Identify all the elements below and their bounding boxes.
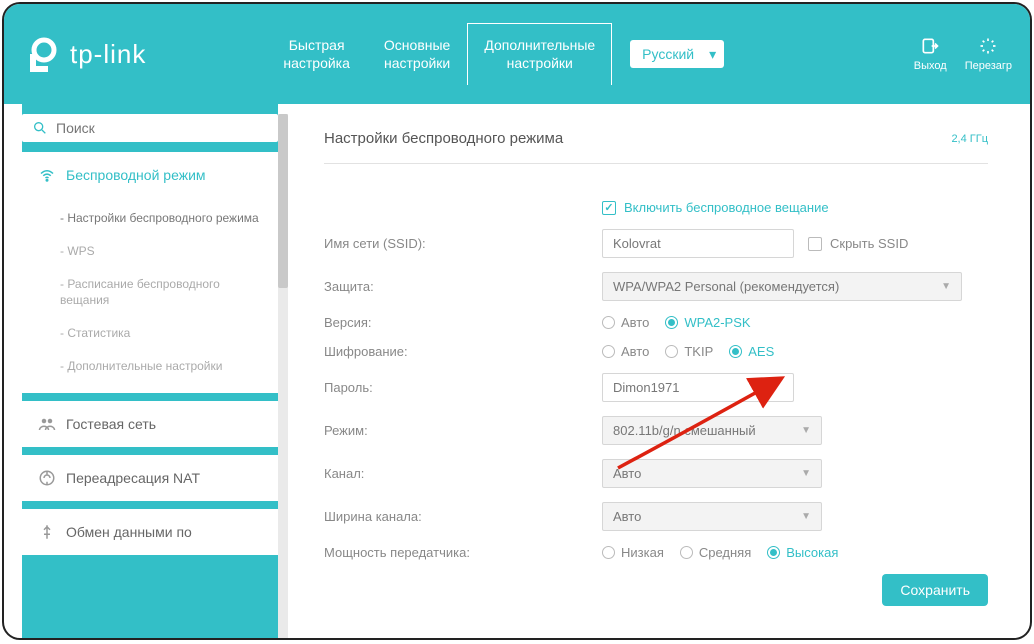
sidebar-item-guest-network[interactable]: Гостевая сеть	[22, 401, 278, 447]
logout-icon	[920, 36, 940, 56]
sidebar-scrollbar-thumb[interactable]	[278, 114, 288, 288]
sub-wireless-advanced[interactable]: - Дополнительные настройки	[22, 350, 278, 383]
sub-statistics[interactable]: - Статистика	[22, 317, 278, 350]
label-mode: Режим:	[324, 423, 602, 438]
ssid-input[interactable]	[602, 229, 794, 258]
top-bar: tp-link Быстраянастройка Основныенастрой…	[4, 4, 1030, 104]
label-password: Пароль:	[324, 380, 602, 395]
radio-enc-aes[interactable]: AES	[729, 344, 774, 359]
radio-version-wpa2psk[interactable]: WPA2-PSK	[665, 315, 750, 330]
reload-icon	[978, 36, 998, 56]
channel-select[interactable]: Авто▼	[602, 459, 822, 488]
sidebar: Беспроводной режим - Настройки беспровод…	[22, 104, 278, 640]
checkbox-icon	[602, 201, 616, 215]
language-select[interactable]: Русский	[630, 40, 724, 68]
sidebar-item-label: Переадресация NAT	[66, 470, 200, 486]
sub-wireless-schedule[interactable]: - Расписание беспроводного вещания	[22, 268, 278, 318]
sidebar-submenu-wireless: - Настройки беспроводного режима - WPS -…	[22, 198, 278, 393]
channel-width-select[interactable]: Авто▼	[602, 502, 822, 531]
usb-icon	[38, 523, 56, 541]
band-switch[interactable]: 2,4 ГГц	[951, 133, 988, 145]
wifi-icon	[38, 166, 56, 184]
search-icon	[32, 120, 48, 136]
brand-logo: tp-link	[22, 34, 146, 74]
enable-wireless-checkbox[interactable]: Включить беспроводное вещание	[602, 200, 829, 215]
nat-icon	[38, 469, 56, 487]
mode-select[interactable]: 802.11b/g/n смешанный▼	[602, 416, 822, 445]
checkbox-icon	[808, 237, 822, 251]
security-select[interactable]: WPA/WPA2 Personal (рекомендуется)▼	[602, 272, 962, 301]
radio-power-high[interactable]: Высокая	[767, 545, 838, 560]
page-title: Настройки беспроводного режима	[324, 130, 563, 147]
sidebar-scrollbar[interactable]	[278, 114, 288, 640]
sidebar-item-label: Обмен данными по	[66, 524, 192, 540]
label-ssid: Имя сети (SSID):	[324, 236, 602, 251]
radio-version-auto[interactable]: Авто	[602, 315, 649, 330]
tab-advanced[interactable]: Дополнительныенастройки	[467, 23, 612, 85]
sidebar-item-nat[interactable]: Переадресация NAT	[22, 455, 278, 501]
search-input[interactable]	[56, 120, 268, 136]
logout-button[interactable]: Выход	[914, 36, 947, 72]
label-channel: Канал:	[324, 466, 602, 481]
main-content: Настройки беспроводного режима 2,4 ГГц В…	[296, 104, 1016, 624]
password-input[interactable]	[602, 373, 794, 402]
hide-ssid-checkbox[interactable]: Скрыть SSID	[808, 236, 908, 251]
radio-power-mid[interactable]: Средняя	[680, 545, 751, 560]
label-tx-power: Мощность передатчика:	[324, 545, 602, 560]
tab-basic[interactable]: Основныенастройки	[367, 23, 467, 85]
label-channel-width: Ширина канала:	[324, 509, 602, 524]
brand-name: tp-link	[70, 39, 146, 70]
sidebar-item-wireless[interactable]: Беспроводной режим	[22, 152, 278, 198]
main-tabs: Быстраянастройка Основныенастройки Допол…	[266, 23, 612, 85]
reboot-button[interactable]: Перезагр	[965, 36, 1012, 72]
label-security: Защита:	[324, 279, 602, 294]
sidebar-search[interactable]	[22, 114, 278, 142]
radio-power-low[interactable]: Низкая	[602, 545, 664, 560]
tab-quick-setup[interactable]: Быстраянастройка	[266, 23, 367, 85]
wireless-form: Включить беспроводное вещание Имя сети (…	[324, 200, 988, 606]
guests-icon	[38, 415, 56, 433]
sidebar-item-label: Гостевая сеть	[66, 416, 156, 432]
radio-enc-auto[interactable]: Авто	[602, 344, 649, 359]
sidebar-item-label: Беспроводной режим	[66, 167, 206, 183]
sidebar-item-usb-sharing[interactable]: Обмен данными по	[22, 509, 278, 555]
label-encryption: Шифрование:	[324, 344, 602, 359]
tplink-logo-icon	[22, 34, 62, 74]
label-version: Версия:	[324, 315, 602, 330]
save-button[interactable]: Сохранить	[882, 574, 988, 606]
sub-wps[interactable]: - WPS	[22, 235, 278, 268]
sub-wireless-settings[interactable]: - Настройки беспроводного режима	[22, 202, 278, 235]
radio-enc-tkip[interactable]: TKIP	[665, 344, 713, 359]
